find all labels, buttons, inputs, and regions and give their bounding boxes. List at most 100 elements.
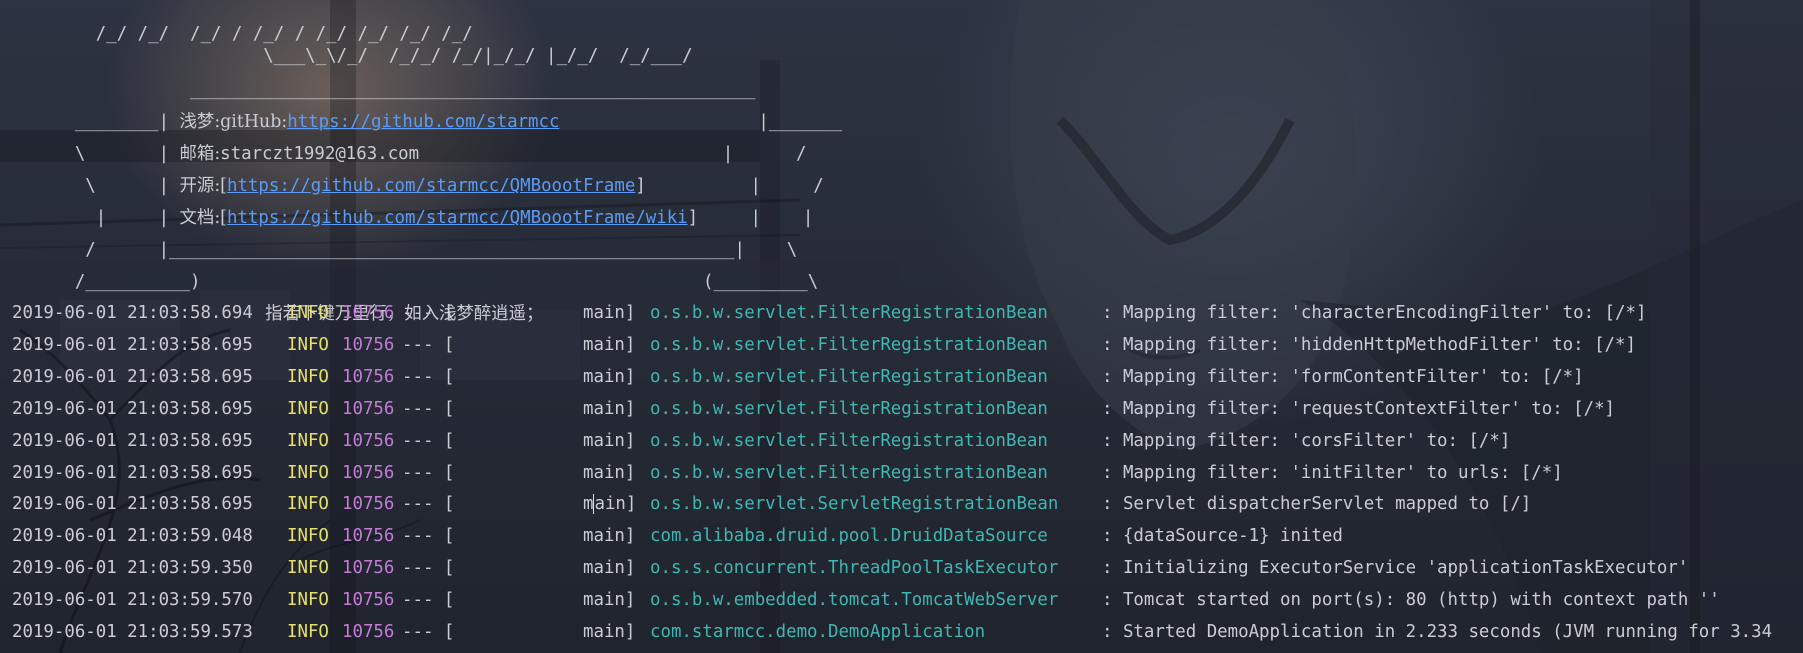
log-timestamp: 2019-06-01 21:03:58.695 [12, 398, 253, 419]
log-timestamp: 2019-06-01 21:03:59.350 [12, 558, 253, 579]
log-separator: --- [ [402, 462, 455, 483]
log-message: : Servlet dispatcherServlet mapped to [/… [1102, 494, 1532, 515]
log-level: INFO [287, 558, 329, 579]
banner-border-line: / |_____________________________________… [12, 202, 797, 260]
log-row: 2019-06-01 21:03:58.695 INFO 10756 --- [ mai… [12, 488, 1802, 520]
log-row: 2019-06-01 21:03:58.695 INFO 10756 --- [ mai… [12, 393, 1802, 425]
log-timestamp: 2019-06-01 21:03:58.695 [12, 366, 253, 387]
log-logger: o.s.b.w.servlet.ServletRegistrationBean [650, 494, 1059, 515]
log-message: : Initializing ExecutorService 'applicat… [1102, 558, 1689, 579]
log-level: INFO [287, 334, 329, 355]
log-pid: 10756 [342, 558, 395, 579]
log-timestamp: 2019-06-01 21:03:58.695 [12, 334, 253, 355]
log-logger: o.s.b.w.servlet.FilterRegistrationBean [650, 334, 1048, 355]
log-separator: --- [ [402, 622, 455, 642]
log-message: : Mapping filter: 'characterEncodingFilt… [1102, 303, 1647, 323]
log-thread: main] [583, 430, 636, 451]
log-logger: o.s.b.w.embedded.tomcat.TomcatWebServer [650, 590, 1059, 611]
log-row: 2019-06-01 21:03:59.048 INFO 10756 --- [ mai… [12, 520, 1802, 552]
log-timestamp: 2019-06-01 21:03:58.695 [12, 462, 253, 483]
log-timestamp: 2019-06-01 21:03:58.695 [12, 494, 253, 515]
log-level: INFO [287, 526, 329, 547]
log-thread: main] [583, 526, 636, 547]
log-row: 2019-06-01 21:03:58.695 INFO 10756 --- [ mai… [12, 361, 1802, 393]
log-row: 2019-06-01 21:03:59.350 INFO 10756 --- [ mai… [12, 552, 1802, 584]
log-message: : Mapping filter: 'initFilter' to urls: … [1102, 462, 1563, 483]
banner-rule: ________________________________________… [12, 42, 755, 100]
log-message: : Mapping filter: 'requestContextFilter'… [1102, 398, 1616, 419]
log-message: : Mapping filter: 'formContentFilter' to… [1102, 366, 1584, 387]
banner-email-line: \ | 邮箱:starczt1992@163.com | / [12, 106, 807, 164]
log-timestamp: 2019-06-01 21:03:59.570 [12, 590, 253, 611]
log-logger: o.s.b.w.servlet.FilterRegistrationBean [650, 462, 1048, 483]
log-logger: o.s.b.w.servlet.FilterRegistrationBean [650, 366, 1048, 387]
log-timestamp: 2019-06-01 21:03:58.695 [12, 430, 253, 451]
log-logger: com.starmcc.demo.DemoApplication [650, 622, 986, 642]
log-row: 2019-06-01 21:03:58.695 INFO 10756 --- [ mai… [12, 425, 1802, 457]
log-timestamp: 2019-06-01 21:03:59.048 [12, 526, 253, 547]
log-logger: o.s.b.w.servlet.FilterRegistrationBean [650, 430, 1048, 451]
banner-opensource-line: \ | 开源:[https://github.com/starmcc/QMBoo… [12, 138, 823, 196]
log-separator: --- [ [402, 366, 455, 387]
log-thread: main] [583, 462, 636, 483]
log-separator: --- [ [402, 430, 455, 451]
log-row: 2019-06-01 21:03:59.570 INFO 10756 --- [ mai… [12, 584, 1802, 616]
log-thread: main] [583, 334, 636, 355]
log-pid: 10756 [342, 622, 395, 642]
log-pid: 10756 [342, 462, 395, 483]
log-pid: 10756 [342, 590, 395, 611]
log-row: 2019-06-01 21:03:58.695 INFO 10756 --- [ mai… [12, 457, 1802, 489]
log-level: INFO [287, 398, 329, 419]
log-pid: 10756 [342, 526, 395, 547]
log-row: 2019-06-01 21:03:58.695 INFO 10756 --- [ mai… [12, 329, 1802, 361]
log-thread: main] [583, 494, 637, 515]
log-level: INFO [287, 462, 329, 483]
banner-docs-line: | | 文档:[https://github.com/starmcc/QMBoo… [12, 170, 814, 228]
log-level: INFO [287, 303, 329, 323]
log-thread: main] [583, 590, 636, 611]
log-thread: main] [583, 558, 636, 579]
log-logger: o.s.b.w.servlet.FilterRegistrationBean [650, 303, 1048, 323]
log-pid: 10756 [342, 303, 395, 323]
log-message: : Mapping filter: 'hiddenHttpMethodFilte… [1102, 334, 1636, 355]
log-separator: --- [ [402, 303, 455, 323]
log-pid: 10756 [342, 334, 395, 355]
log-thread: main] [583, 398, 636, 419]
log-separator: --- [ [402, 398, 455, 419]
log-level: INFO [287, 430, 329, 451]
log-row: 2019-06-01 21:03:58.694 INFO 10756 --- [ mai… [12, 297, 1802, 329]
log-message: : Started DemoApplication in 2.233 secon… [1102, 622, 1773, 642]
log-pid: 10756 [342, 366, 395, 387]
log-timestamp: 2019-06-01 21:03:58.694 [12, 303, 253, 323]
banner-border-line: /__________) (_________\ [12, 234, 818, 292]
log-separator: --- [ [402, 334, 455, 355]
log-thread: main] [583, 622, 636, 642]
log-level: INFO [287, 622, 329, 642]
log-logger: o.s.s.concurrent.ThreadPoolTaskExecutor [650, 558, 1059, 579]
log-level: INFO [287, 590, 329, 611]
log-row: 2019-06-01 21:03:59.573 INFO 10756 --- [ mai… [12, 616, 1802, 648]
log-thread: main] [583, 303, 636, 323]
console-lines: /_/ /_/ /_/ / /_/ / /_/ /_/ /_/ /_/ \___… [12, 0, 1803, 653]
banner-motto: 指若下键万里行，如入浅梦醉逍遥； [232, 266, 543, 324]
banner-art-line: \___\_\/_/ /_/_/ /_/|_/_/ |_/_/ /_/___/ [12, 8, 692, 66]
log-level: INFO [287, 494, 329, 515]
log-logger: com.alibaba.druid.pool.DruidDataSource [650, 526, 1048, 547]
log-message: : {dataSource-1} inited [1102, 526, 1343, 547]
log-separator: --- [ [402, 558, 455, 579]
log-pid: 10756 [342, 398, 395, 419]
log-timestamp: 2019-06-01 21:03:59.573 [12, 622, 253, 642]
log-separator: --- [ [402, 590, 455, 611]
log-thread: main] [583, 366, 636, 387]
log-level: INFO [287, 366, 329, 387]
log-pid: 10756 [342, 430, 395, 451]
log-separator: --- [ [402, 494, 455, 515]
log-message: : Tomcat started on port(s): 80 (http) w… [1102, 590, 1720, 611]
log-message: : Mapping filter: 'corsFilter' to: [/*] [1102, 430, 1511, 451]
console-output-panel[interactable]: /_/ /_/ /_/ / /_/ / /_/ /_/ /_/ /_/ \___… [0, 0, 1803, 653]
banner-github-line: ________| 浅梦:gitHub:https://github.com/s… [12, 74, 842, 132]
text-cursor [593, 494, 595, 515]
log-separator: --- [ [402, 526, 455, 547]
log-logger: o.s.b.w.servlet.FilterRegistrationBean [650, 398, 1048, 419]
log-pid: 10756 [342, 494, 395, 515]
